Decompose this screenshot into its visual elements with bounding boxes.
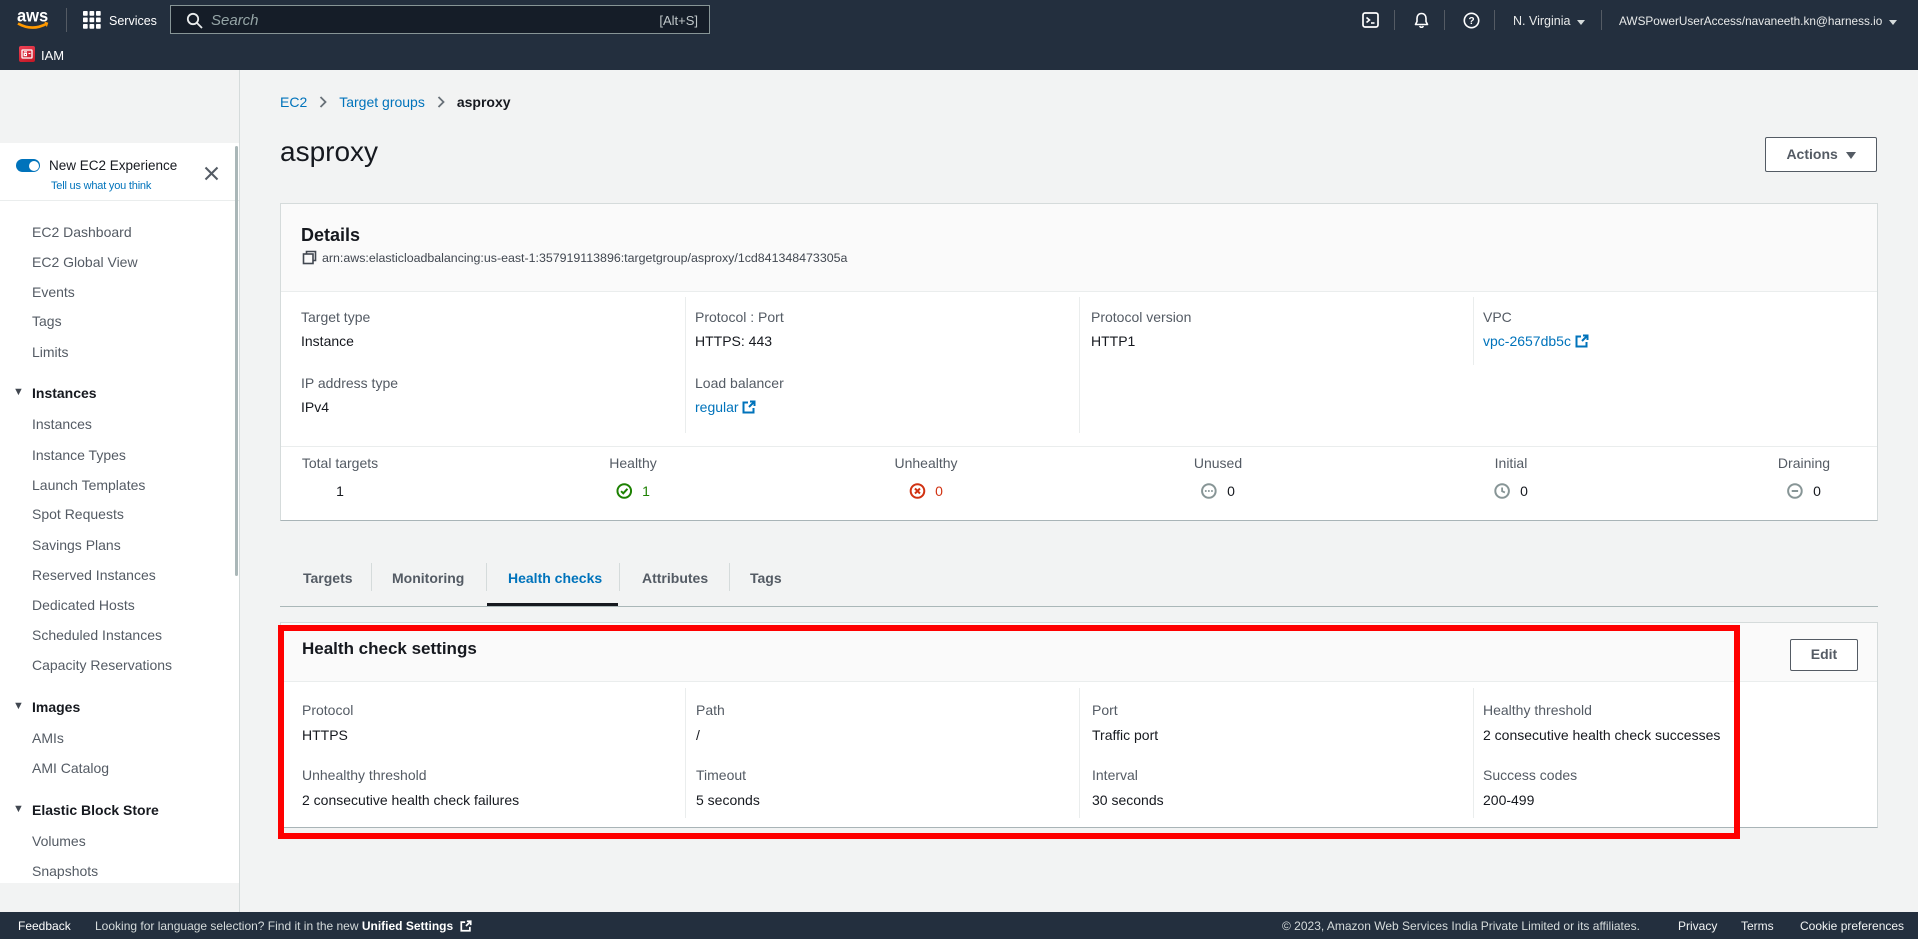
- svg-text:?: ?: [1469, 16, 1475, 27]
- svg-text:aws: aws: [17, 7, 48, 26]
